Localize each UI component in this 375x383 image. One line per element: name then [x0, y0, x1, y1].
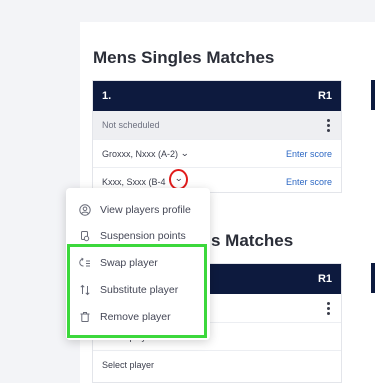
menu-item-swap-player[interactable]: Swap player	[66, 250, 210, 276]
player-selector[interactable]: Groxxx, Nxxx (A-2) ⌄	[102, 148, 189, 159]
next-card-header-edge	[371, 263, 375, 293]
substitute-arrows-icon	[77, 282, 93, 298]
menu-item-label: View players profile	[100, 204, 191, 216]
menu-item-label: Remove player	[100, 311, 171, 323]
match-card-header: 1. R1	[93, 81, 341, 111]
section-title-mens-singles: Mens Singles Matches	[93, 48, 275, 67]
swap-icon	[77, 255, 93, 271]
chevron-down-icon: ⌄	[173, 173, 184, 183]
player-actions-menu: View players profile Suspension points S…	[66, 188, 210, 340]
menu-item-remove-player[interactable]: Remove player	[66, 304, 210, 330]
player-selector[interactable]: Kxxx, Sxxx (B-4	[102, 177, 166, 187]
next-card-header-edge	[371, 80, 375, 110]
trash-icon	[77, 309, 93, 325]
more-options-icon[interactable]	[323, 301, 333, 315]
menu-item-suspension-points[interactable]: Suspension points	[66, 223, 210, 249]
menu-item-label: Substitute player	[100, 284, 179, 296]
match-card: 1. R1 Not scheduled Groxxx, Nxxx (A-2) ⌄…	[92, 80, 342, 193]
player-row: Groxxx, Nxxx (A-2) ⌄ Enter score	[93, 139, 341, 167]
enter-score-link[interactable]: Enter score	[286, 149, 332, 159]
menu-item-substitute-player[interactable]: Substitute player	[66, 277, 210, 303]
menu-item-label: Suspension points	[100, 230, 186, 242]
menu-item-label: Swap player	[100, 257, 158, 269]
more-options-icon[interactable]	[323, 118, 333, 132]
player-name: Kxxx, Sxxx (B-4	[102, 176, 166, 187]
menu-item-view-profile[interactable]: View players profile	[66, 197, 210, 223]
player-dropdown-toggle[interactable]: ⌄	[169, 169, 188, 190]
match-number: 1.	[102, 90, 112, 102]
select-player-row[interactable]: Select player	[93, 350, 341, 378]
enter-score-link[interactable]: Enter score	[286, 177, 332, 187]
round-label: R1	[317, 90, 332, 102]
section-title-second: s Matches	[211, 231, 293, 251]
select-player-label: Select player	[102, 359, 155, 370]
match-status: Not scheduled	[102, 120, 160, 130]
chevron-down-icon[interactable]: ⌄	[180, 148, 189, 159]
suspension-icon	[77, 228, 93, 244]
match-status-row: Not scheduled	[93, 111, 341, 139]
section-title-text: s Matches	[211, 231, 294, 250]
user-circle-icon	[77, 202, 93, 218]
round-label: R1	[317, 273, 332, 285]
player-name: Groxxx, Nxxx (A-2)	[102, 148, 179, 159]
page: Mens Singles Matches 1. R1 Not scheduled…	[0, 0, 375, 383]
